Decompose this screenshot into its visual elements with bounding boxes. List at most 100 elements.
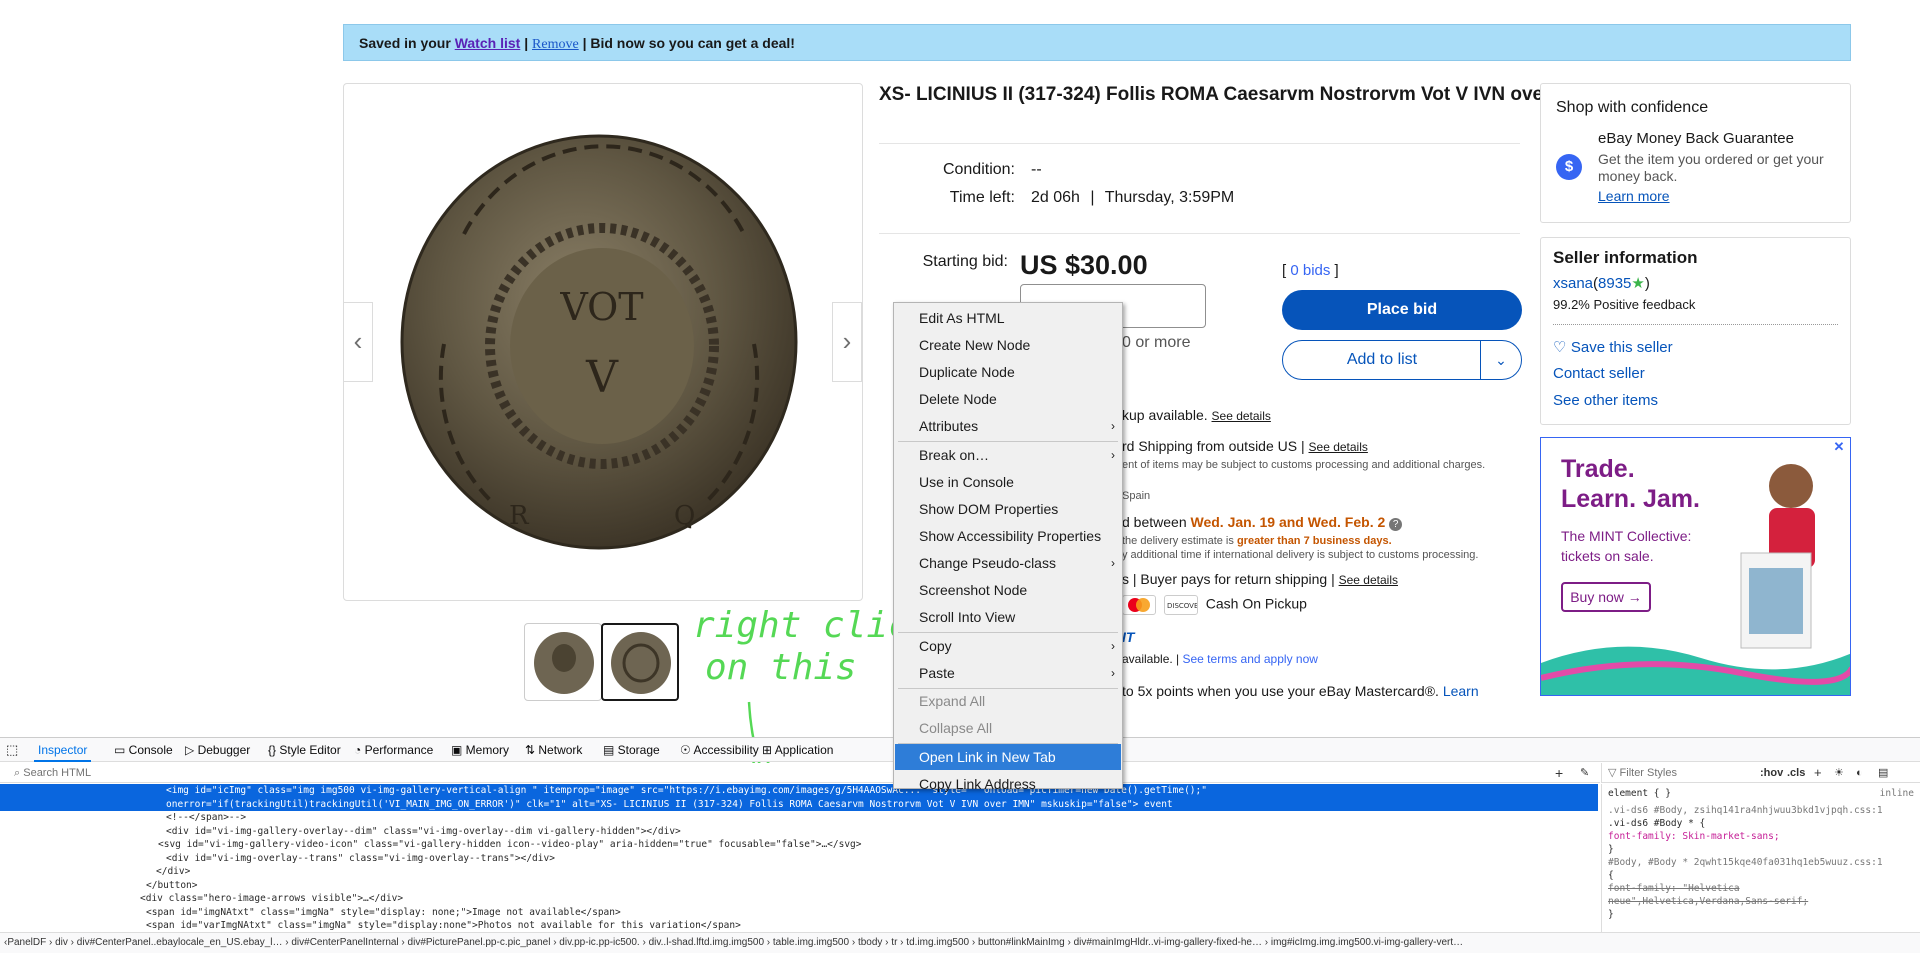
- hov-toggle[interactable]: :hov: [1760, 763, 1783, 783]
- pickup-see-details-link[interactable]: See details: [1212, 409, 1271, 423]
- tree-node-selected[interactable]: <img id="icImg" class="img img500 vi-img…: [0, 784, 1598, 798]
- add-rule-icon[interactable]: +: [1814, 763, 1822, 783]
- tab-console[interactable]: ▭ Console: [114, 738, 173, 762]
- element-picker-icon[interactable]: ⬚: [6, 738, 22, 762]
- menu-item-scroll-into-view[interactable]: Scroll Into View: [895, 604, 1121, 630]
- seller-name-link[interactable]: xsana: [1553, 275, 1593, 292]
- menu-item-duplicate-node[interactable]: Duplicate Node: [895, 359, 1121, 385]
- tab-inspector-label[interactable]: Inspector: [38, 743, 87, 757]
- tab-style-editor[interactable]: {} Style Editor: [268, 738, 341, 762]
- remove-link[interactable]: Remove: [532, 37, 579, 52]
- tab-debugger[interactable]: ▷ Debugger: [185, 738, 250, 762]
- tree-node[interactable]: <svg id="vi-img-gallery-video-icon" clas…: [0, 838, 1598, 852]
- bids-link[interactable]: 0 bids: [1290, 262, 1330, 279]
- menu-item-attributes-label[interactable]: Attributes: [919, 418, 978, 434]
- tab-inspector[interactable]: Inspector: [34, 738, 92, 762]
- svg-text:Q: Q: [674, 501, 695, 531]
- learn-link[interactable]: Learn: [1443, 683, 1479, 699]
- menu-item-use-in-console[interactable]: Use in Console: [895, 469, 1121, 495]
- thumbnail-1[interactable]: [524, 623, 602, 701]
- tab-storage-label[interactable]: Storage: [618, 743, 660, 757]
- print-icon[interactable]: ▤: [1878, 763, 1888, 783]
- tree-node[interactable]: <div id="vi-img-gallery-overlay--dim" cl…: [0, 825, 1598, 839]
- tree-node-comment[interactable]: <!--</span>-->: [0, 811, 1598, 825]
- menu-item-open-link-in-new-tab[interactable]: Open Link in New Tab: [895, 744, 1121, 770]
- save-seller-link[interactable]: Save this seller: [1571, 339, 1673, 356]
- save-seller-row[interactable]: ♡ Save this seller: [1553, 338, 1673, 357]
- menu-item-create-new-node[interactable]: Create New Node: [895, 332, 1121, 358]
- tab-accessibility[interactable]: ☉ Accessibility: [680, 738, 759, 762]
- add-to-list-button[interactable]: Add to list ⌄: [1282, 340, 1522, 380]
- eyedropper-icon[interactable]: ✎: [1580, 763, 1589, 783]
- tab-storage[interactable]: ▤ Storage: [603, 738, 660, 762]
- place-bid-button[interactable]: Place bid: [1282, 290, 1522, 330]
- guarantee-body: Get the item you ordered or get your mon…: [1598, 151, 1824, 184]
- learn-more-link[interactable]: Learn more: [1598, 188, 1670, 204]
- main-item-image[interactable]: VOT V R Q: [343, 83, 863, 601]
- menu-item-change-pseudo-class-label[interactable]: Change Pseudo-class: [919, 555, 1056, 571]
- tree-node[interactable]: <div id="vi-img-overlay--trans" class="v…: [0, 852, 1598, 866]
- tab-application-label[interactable]: Application: [775, 743, 834, 757]
- next-image-arrow[interactable]: ›: [832, 302, 862, 382]
- close-ad-icon[interactable]: ✕: [1832, 440, 1846, 454]
- thumbnail-2[interactable]: [601, 623, 679, 701]
- menu-item-break-on[interactable]: Break on… ›: [895, 442, 1121, 468]
- tab-style-editor-label[interactable]: Style Editor: [279, 743, 340, 757]
- tree-node-selected-cont[interactable]: onerror="if(trackingUtil)trackingUtil('V…: [0, 797, 1598, 811]
- tab-memory-label[interactable]: Memory: [466, 743, 509, 757]
- tab-network[interactable]: ⇅ Network: [525, 738, 582, 762]
- tab-application[interactable]: ⊞ Application: [762, 738, 833, 762]
- chevron-down-icon[interactable]: ⌄: [1481, 341, 1521, 379]
- prev-image-arrow[interactable]: ‹: [343, 302, 373, 382]
- tab-network-label[interactable]: Network: [538, 743, 582, 757]
- star-icon: ★: [1631, 275, 1645, 292]
- menu-item-copy-label[interactable]: Copy: [919, 638, 952, 654]
- menu-item-show-accessibility-properties[interactable]: Show Accessibility Properties: [895, 523, 1121, 549]
- light-mode-icon[interactable]: ☀: [1834, 763, 1844, 783]
- shipping-see-details-link[interactable]: See details: [1309, 440, 1368, 454]
- tab-performance[interactable]: ◔ Performance: [354, 738, 433, 762]
- tab-debugger-label[interactable]: Debugger: [198, 743, 251, 757]
- tree-node[interactable]: <span id="varImgNAtxt" class="imgNa" sty…: [0, 919, 1598, 932]
- filter-styles-input[interactable]: ▽ Filter Styles :hov .cls + ☀ ◐ ▤: [1601, 763, 1920, 783]
- heart-icon[interactable]: ♡: [1553, 339, 1566, 356]
- divider: [879, 143, 1520, 144]
- html-tree[interactable]: <img id="icImg" class="img img500 vi-img…: [0, 784, 1598, 932]
- dark-mode-icon[interactable]: ◐: [1856, 763, 1863, 783]
- returns-see-details-link[interactable]: See details: [1339, 573, 1398, 587]
- menu-item-show-dom-properties[interactable]: Show DOM Properties: [895, 496, 1121, 522]
- menu-item-copy[interactable]: Copy ›: [895, 633, 1121, 659]
- add-node-icon[interactable]: +: [1555, 763, 1563, 783]
- search-html-input[interactable]: ⌕ Search HTML + ✎: [0, 763, 1600, 783]
- tree-node[interactable]: </div>: [0, 865, 1598, 879]
- menu-item-copy-link-address[interactable]: Copy Link Address: [895, 771, 1121, 797]
- tab-performance-label[interactable]: Performance: [365, 743, 434, 757]
- see-other-items-link[interactable]: See other items: [1553, 392, 1658, 409]
- watch-list-link[interactable]: Watch list: [455, 35, 521, 51]
- add-to-list-label[interactable]: Add to list: [1283, 341, 1481, 379]
- tree-node[interactable]: </button>: [0, 879, 1598, 893]
- cls-toggle[interactable]: .cls: [1787, 763, 1805, 783]
- bids-count[interactable]: [ 0 bids ]: [1282, 262, 1339, 279]
- menu-item-attributes[interactable]: Attributes ›: [895, 413, 1121, 439]
- menu-item-delete-node[interactable]: Delete Node: [895, 386, 1121, 412]
- apply-now-link[interactable]: See terms and apply now: [1183, 652, 1318, 666]
- menu-item-paste-label[interactable]: Paste: [919, 665, 955, 681]
- menu-item-paste[interactable]: Paste ›: [895, 660, 1121, 686]
- info-icon[interactable]: ?: [1389, 518, 1403, 531]
- tab-console-label[interactable]: Console: [129, 743, 173, 757]
- ad-buy-now-button[interactable]: Buy now →: [1561, 582, 1651, 612]
- breadcrumb[interactable]: ‹PanelDF › div › div#CenterPanel..ebaylo…: [0, 932, 1920, 953]
- contact-seller-link[interactable]: Contact seller: [1553, 365, 1645, 382]
- seller-score-link[interactable]: 8935: [1598, 275, 1631, 292]
- menu-item-screenshot-node[interactable]: Screenshot Node: [895, 577, 1121, 603]
- menu-item-break-on-label[interactable]: Break on…: [919, 447, 989, 463]
- advertisement[interactable]: ✕ Trade. Learn. Jam. The MINT Collective…: [1540, 437, 1851, 696]
- tab-memory[interactable]: ▣ Memory: [451, 738, 509, 762]
- tree-node[interactable]: <span id="imgNAtxt" class="imgNa" style=…: [0, 906, 1598, 920]
- menu-item-change-pseudo-class[interactable]: Change Pseudo-class ›: [895, 550, 1121, 576]
- menu-item-edit-as-html[interactable]: Edit As HTML: [895, 305, 1121, 331]
- tree-node[interactable]: <div class="hero-image-arrows visible">……: [0, 892, 1598, 906]
- tab-accessibility-label[interactable]: Accessibility: [693, 743, 758, 757]
- points-label: to 5x points when you use your eBay Mast…: [1122, 683, 1439, 699]
